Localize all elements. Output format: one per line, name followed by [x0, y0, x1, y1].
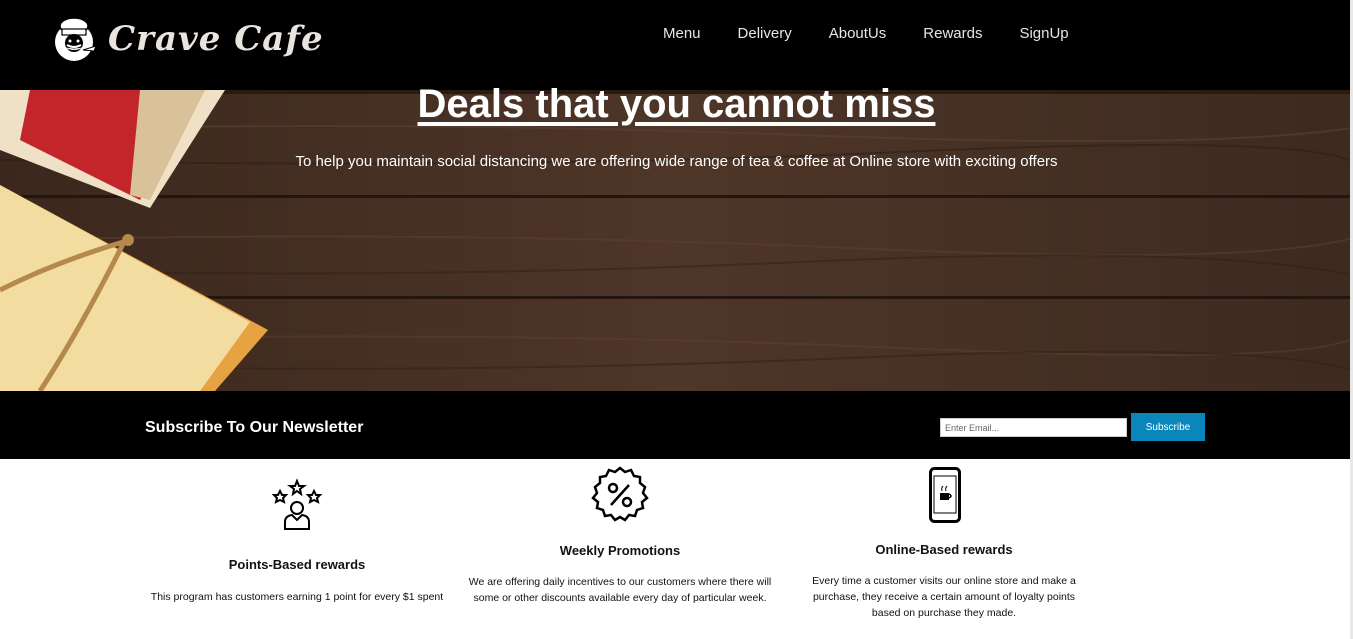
nav-about-us[interactable]: AboutUs	[829, 24, 887, 44]
subscribe-button[interactable]: Subscribe	[1131, 413, 1205, 441]
brand-logo[interactable]: Crave Cafe	[50, 14, 324, 64]
brand-name: Crave Cafe	[108, 19, 324, 59]
feature-weekly-title-wrap: Weekly Promotions	[465, 543, 775, 558]
nav-delivery[interactable]: Delivery	[738, 24, 792, 44]
chef-logo-icon	[55, 17, 97, 61]
feature-title: Online-Based rewards	[875, 542, 1013, 557]
user-stars-icon	[271, 478, 323, 530]
feature-points-desc-wrap: This program has customers earning 1 poi…	[150, 589, 444, 605]
feature-description: Every time a customer visits our online …	[812, 575, 1076, 619]
feature-description: This program has customers earning 1 poi…	[150, 591, 444, 603]
phone-coffee-icon	[929, 467, 961, 523]
nav-rewards[interactable]: Rewards	[923, 24, 982, 44]
hero-banner	[0, 90, 1353, 391]
feature-title: Points-Based rewards	[228, 557, 366, 572]
hero-title: Deals that you cannot miss	[417, 82, 936, 126]
hero-subtitle: To help you maintain social distancing w…	[295, 153, 1058, 170]
feature-online-title-wrap: Online-Based rewards	[800, 542, 1088, 557]
percent-badge-icon	[591, 466, 649, 522]
main-nav: Menu Delivery AboutUs Rewards SignUp	[663, 24, 1106, 44]
hero-background-image	[0, 90, 1353, 391]
feature-weekly-desc-wrap: We are offering daily incentives to our …	[465, 574, 775, 606]
nav-sign-up[interactable]: SignUp	[1019, 24, 1068, 44]
feature-description: We are offering daily incentives to our …	[468, 576, 772, 604]
feature-points-title-wrap: Points-Based rewards	[150, 557, 444, 572]
nav-menu[interactable]: Menu	[663, 24, 701, 44]
site-header: Crave Cafe Menu Delivery AboutUs Rewards…	[0, 0, 1353, 90]
feature-title: Weekly Promotions	[559, 543, 681, 558]
feature-online-desc-wrap: Every time a customer visits our online …	[800, 573, 1088, 621]
newsletter-title: Subscribe To Our Newsletter	[145, 419, 364, 436]
email-input[interactable]	[940, 418, 1127, 437]
newsletter-bar: Subscribe To Our Newsletter Subscribe	[0, 391, 1353, 459]
